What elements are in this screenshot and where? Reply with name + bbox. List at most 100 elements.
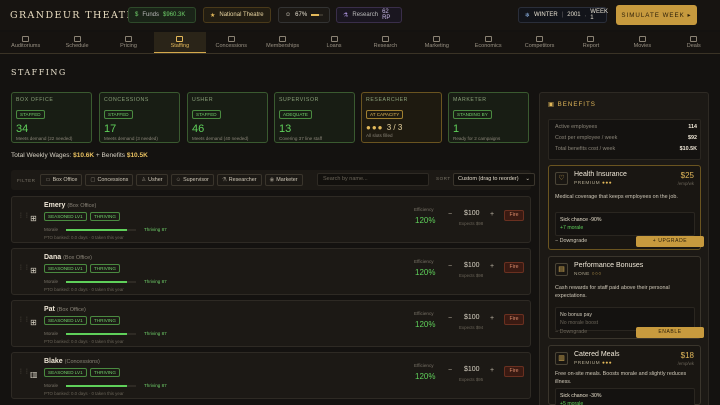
chevron-down-icon: ⌄ [525,176,530,182]
card-badge: STAFFED [16,110,45,119]
smile-icon: ☺ [285,12,292,18]
morale-label: Morale [44,279,59,284]
tab-competitors[interactable]: Competitors [514,32,565,53]
level-badge: SEASONED LV1 [44,212,87,221]
search-input[interactable]: Search by name... [317,173,429,186]
card-subtext: All slots filled [366,133,393,138]
card-badge: STAFFED [192,110,221,119]
tab-movies[interactable]: Movies [617,32,668,53]
staff-row[interactable]: ⋮⋮ ⊞ Dana (Box Office) SEASONED LV1 THRIVING… [11,248,531,295]
page-title: STAFFING [11,68,67,77]
enable-button[interactable]: ENABLE [636,327,704,338]
fire-button[interactable]: Fire [504,262,524,273]
efficiency-value: 120% [415,320,436,329]
efficiency-label: Efficiency [414,259,434,264]
filter-pill-researcher[interactable]: ⚗ Researcher [216,174,262,186]
card-title: CONCESSIONS [104,97,149,103]
tab-loans[interactable]: Loans [308,32,359,53]
drag-handle-icon[interactable]: ⋮⋮ [18,265,30,275]
drag-handle-icon[interactable]: ⋮⋮ [18,369,30,379]
staff-row[interactable]: ⋮⋮ ⊞ Pat (Box Office) SEASONED LV1 THRIVING M… [11,300,531,347]
tab-icon [227,36,235,42]
happiness-chip: ☺ 67% [278,7,330,23]
increase-pay-button[interactable]: + [490,315,494,322]
funds-chip: $ Funds $960.3K [128,7,196,23]
tab-icon [587,36,595,42]
benefit-stat-label: Active employees [555,124,598,130]
staff-row[interactable]: ⋮⋮ ▥ Blake (Concessions) SEASONED LV1 THRIVI… [11,352,531,399]
tab-memberships[interactable]: Memberships [257,32,308,53]
tab-report[interactable]: Report [565,32,616,53]
staff-name: Blake (Concessions) [44,358,100,365]
tab-pricing[interactable]: Pricing [103,32,154,53]
decrease-pay-button[interactable]: − [448,263,452,270]
decrease-pay-button[interactable]: − [448,367,452,374]
coin-icons: ●●● [366,123,387,132]
sort-select[interactable]: Custom (drag to reorder) ⌄ [453,173,535,186]
staff-row[interactable]: ⋮⋮ ⊞ Emery (Box Office) SEASONED LV1 THRIVIN… [11,196,531,243]
morale-text: Thriving 87 [144,227,167,232]
benefit-description: Medical coverage that keeps employees on… [555,194,678,200]
decrease-pay-button[interactable]: − [448,315,452,322]
tab-schedule[interactable]: Schedule [51,32,102,53]
filter-pill-usher[interactable]: ♙ Usher [136,174,168,186]
efficiency-value: 120% [415,372,436,381]
increase-pay-button[interactable]: + [490,263,494,270]
card-value: 46 [192,123,205,135]
downgrade-button[interactable]: − Downgrade [555,329,587,335]
downgrade-button[interactable]: − Downgrade [555,238,587,244]
card-title: BOX OFFICE [16,97,54,103]
filter-pill-marketer[interactable]: ◉ Marketer [264,174,303,186]
tab-staffing[interactable]: Staffing [154,32,206,53]
tab-icon [176,35,184,42]
fire-button[interactable]: Fire [504,314,524,325]
card-subtext: Meets demand (3 needed) [104,136,158,141]
tab-icon [73,36,81,42]
mood-badge: THRIVING [90,368,120,377]
level-stars: ○○○ [591,272,602,277]
tab-auditoriums[interactable]: Auditoriums [0,32,51,53]
pay-value: $100 [464,262,480,269]
benefit-price-unit: /emp/wk [677,361,694,366]
fire-button[interactable]: Fire [504,210,524,221]
tab-deals[interactable]: Deals [668,32,719,53]
tab-economics[interactable]: Economics [463,32,514,53]
tab-label: Research [373,43,398,49]
simulate-week-button[interactable]: SIMULATE WEEK ▸ [616,5,697,25]
filter-pill-concessions[interactable]: ▢ Concessions [85,174,134,186]
tab-concessions[interactable]: Concessions [206,32,257,53]
tab-icon [330,36,338,42]
filter-icon: ♙ [141,177,147,183]
tab-label: Deals [686,43,701,49]
happiness-bar [311,14,323,16]
drag-handle-icon[interactable]: ⋮⋮ [18,213,30,223]
decrease-pay-button[interactable]: − [448,211,452,218]
morale-text: Thriving 87 [144,279,167,284]
main-nav: Auditoriums Schedule Pricing Staffing Conces… [0,32,720,54]
staff-name: Emery (Box Office) [44,202,97,209]
benefit-level: PREMIUM ●●● [574,181,613,186]
tab-icon [536,36,544,42]
filter-icon: ▢ [90,177,96,183]
filter-icon: ◉ [269,177,275,183]
increase-pay-button[interactable]: + [490,367,494,374]
tab-label: Report [582,43,600,49]
increase-pay-button[interactable]: + [490,211,494,218]
filter-bar: FILTER ▭ Box Office ▢ Concessions ♙ Usher ☺ Sup… [11,170,535,190]
upgrade-button[interactable]: + UPGRADE [636,236,704,247]
staff-card-box-office: BOX OFFICE STAFFED 34 Meets demand (22 need… [11,92,92,143]
morale-bar [66,385,136,387]
benefit-effects: Sick chance -30% +5 morale [555,388,695,405]
drag-handle-icon[interactable]: ⋮⋮ [18,317,30,327]
fire-button[interactable]: Fire [504,366,524,377]
staff-card-supervisor: SUPERVISOR ADEQUATE 13 Covering 37 line sta… [274,92,355,143]
filter-pill-box-office[interactable]: ▭ Box Office [40,174,83,186]
money-icon: ▤ [555,263,568,276]
benefit-card-health-insurance: ♡ Health Insurance PREMIUM ●●● $25/emp/wk Me… [548,165,704,250]
tab-research[interactable]: Research [360,32,411,53]
tab-marketing[interactable]: Marketing [411,32,462,53]
tab-label: Schedule [65,43,89,49]
filter-pill-supervisor[interactable]: ☺ Supervisor [170,174,214,186]
expected-pay: Expects $98 [459,221,484,226]
card-subtext: Meets demand (22 needed) [16,136,73,141]
